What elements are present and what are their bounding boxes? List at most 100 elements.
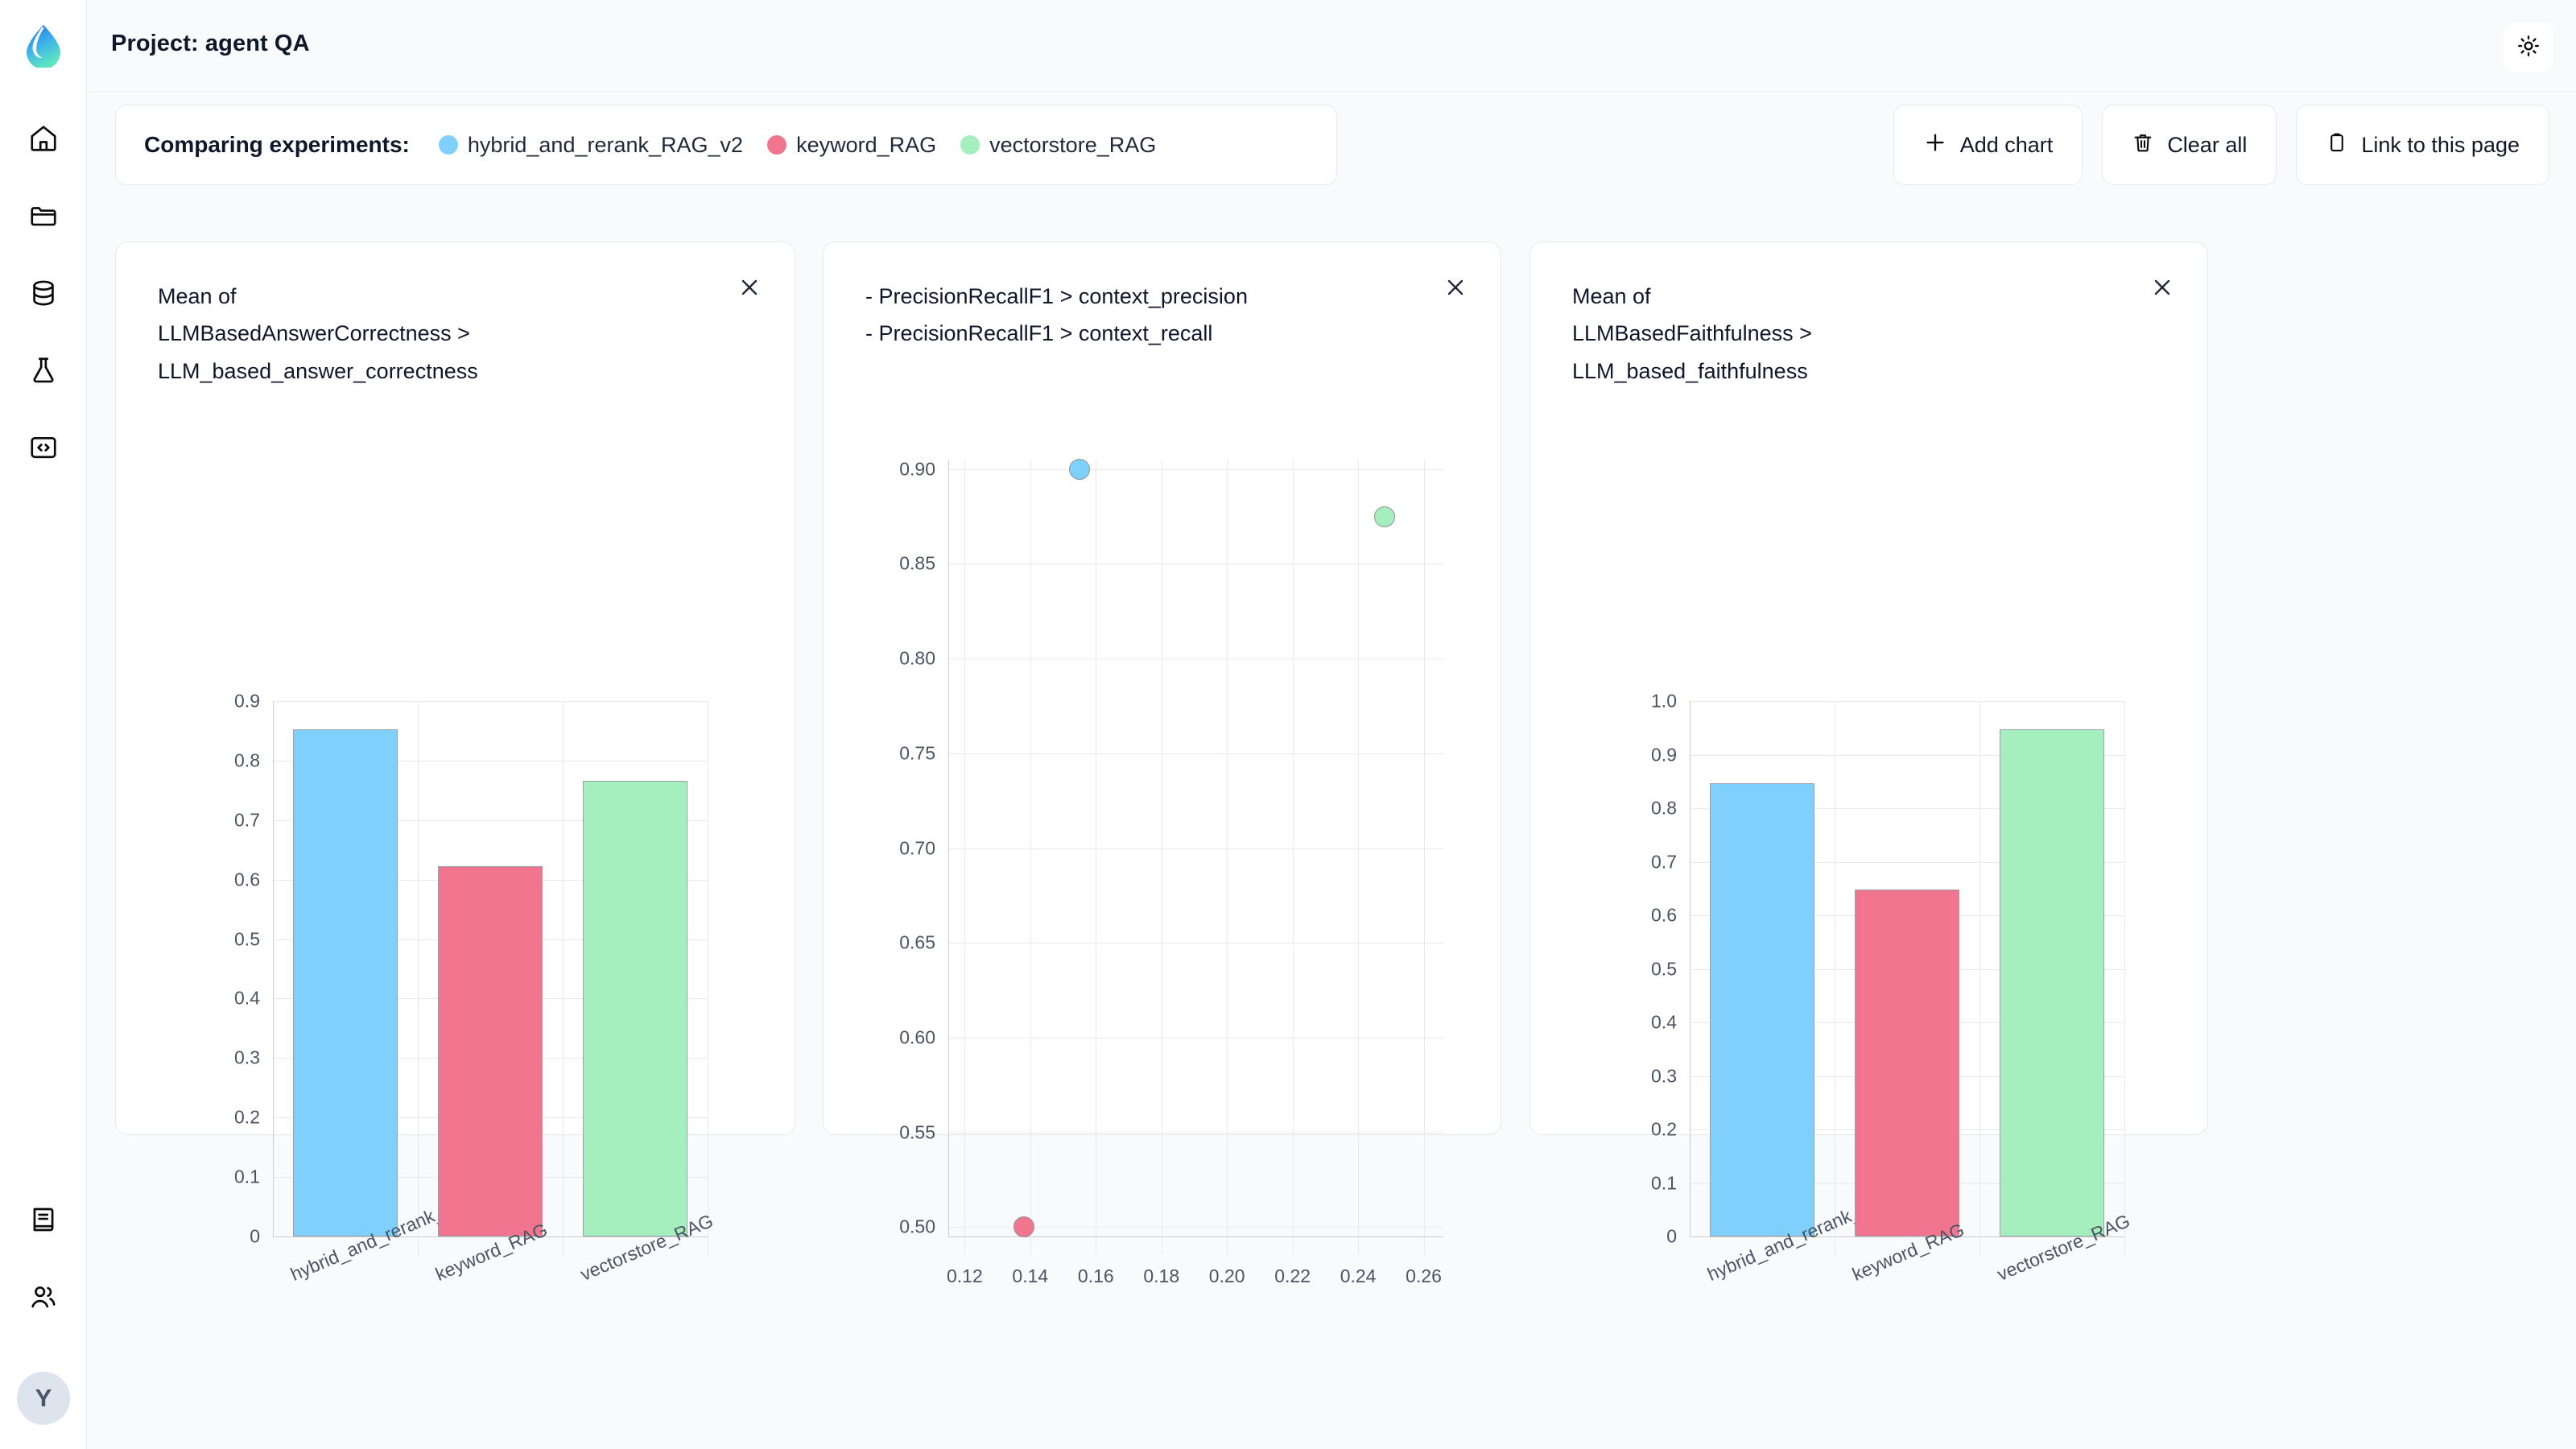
gridline bbox=[948, 753, 1443, 754]
header: Project: agent QA bbox=[87, 0, 2576, 92]
y-axis-tick-label: 0.8 bbox=[234, 749, 260, 771]
bar[interactable] bbox=[1855, 890, 1959, 1236]
sidebar-item-team[interactable] bbox=[19, 1272, 68, 1322]
chart-title: Mean of LLMBasedAnswerCorrectness > LLM_… bbox=[158, 284, 478, 383]
home-icon bbox=[28, 123, 59, 154]
legend-item-0[interactable]: hybrid_and_rerank_RAG_v2 bbox=[438, 132, 744, 158]
sidebar-item-projects[interactable] bbox=[19, 191, 68, 241]
flask-icon bbox=[28, 355, 59, 386]
gridline bbox=[1423, 460, 1425, 1254]
legend-label: vectorstore_RAG bbox=[989, 132, 1157, 157]
scatter-point[interactable] bbox=[1373, 506, 1395, 527]
add-chart-label: Add chart bbox=[1959, 132, 2054, 157]
droplet-logo-icon bbox=[26, 25, 60, 69]
close-icon[interactable] bbox=[1441, 273, 1470, 302]
gridline bbox=[964, 460, 966, 1254]
gridline bbox=[948, 658, 1443, 660]
x-axis-tick-label: 0.12 bbox=[946, 1265, 983, 1286]
y-axis-line bbox=[948, 460, 949, 1236]
y-axis-tick-label: 0.6 bbox=[234, 869, 260, 890]
legend-item-2[interactable]: vectorstore_RAG bbox=[960, 133, 1156, 158]
category-gridline bbox=[1979, 701, 1980, 1256]
gridline bbox=[948, 848, 1443, 849]
bar[interactable] bbox=[438, 866, 543, 1236]
gridline bbox=[1030, 460, 1031, 1254]
sidebar-item-docs[interactable] bbox=[19, 1195, 68, 1245]
bar[interactable] bbox=[1710, 783, 1814, 1236]
y-axis-tick-label: 0.70 bbox=[899, 837, 935, 858]
chart-title: Mean of LLMBasedFaithfulness > LLM_based… bbox=[1572, 284, 1812, 383]
category-gridline bbox=[563, 701, 564, 1256]
legend-color-dot bbox=[767, 135, 787, 155]
close-icon[interactable] bbox=[2148, 273, 2177, 302]
bar[interactable] bbox=[293, 729, 398, 1236]
close-icon[interactable] bbox=[735, 273, 764, 302]
x-axis-tick-label: 0.18 bbox=[1143, 1265, 1180, 1286]
y-axis-tick-label: 0.4 bbox=[234, 987, 260, 1009]
y-axis-tick-label: 0.90 bbox=[899, 458, 935, 480]
y-axis-tick-label: 0.3 bbox=[234, 1046, 260, 1068]
gridline bbox=[1292, 460, 1294, 1254]
y-axis-tick-label: 0.1 bbox=[1651, 1172, 1677, 1193]
x-axis-tick-label: 0.26 bbox=[1406, 1265, 1442, 1286]
add-chart-button[interactable]: Add chart bbox=[1893, 105, 2083, 185]
sidebar-item-experiments[interactable] bbox=[19, 345, 68, 395]
plus-icon bbox=[1923, 130, 1947, 160]
y-axis-tick-label: 0.85 bbox=[899, 552, 935, 574]
page-title: Project: agent QA bbox=[111, 31, 310, 56]
bar[interactable] bbox=[2000, 729, 2104, 1236]
chart-toolbar: Add chart Clear all Link to this page bbox=[1893, 105, 2549, 185]
database-icon bbox=[28, 278, 59, 308]
avatar[interactable]: Y bbox=[17, 1372, 70, 1425]
chart-card-precision-recall: - PrecisionRecallF1 > context_precision … bbox=[823, 242, 1501, 1286]
users-icon bbox=[28, 1282, 59, 1312]
y-axis-tick-label: 0.7 bbox=[234, 809, 260, 831]
y-axis-line bbox=[273, 701, 274, 1236]
folder-icon bbox=[28, 200, 59, 231]
bar-plot-area: 0 0.1 0.2 0.3 0.4 0.5 0.6 0.7 0.8 0.9 hybrid_and_r… bbox=[234, 691, 716, 1285]
y-axis-tick-label: 0.60 bbox=[899, 1026, 935, 1048]
bar-plot-area: 0 0.1 0.2 0.3 0.4 0.5 0.6 0.7 0.8 0.9 1.0 hybrid_an… bbox=[1651, 691, 2133, 1285]
y-axis-tick-label: 0.6 bbox=[1651, 904, 1677, 926]
y-axis-tick-label: 0.9 bbox=[234, 690, 260, 712]
legend-label: hybrid_and_rerank_RAG_v2 bbox=[467, 132, 744, 157]
compare-experiments-bar: Comparing experiments: hybrid_and_rerank… bbox=[115, 105, 1337, 185]
y-axis-tick-label: 0.55 bbox=[899, 1121, 935, 1143]
book-icon bbox=[28, 1204, 59, 1235]
trash-icon bbox=[2132, 131, 2154, 159]
y-axis-tick-label: 0.7 bbox=[1651, 851, 1677, 872]
y-axis-tick-label: 0.8 bbox=[1651, 797, 1677, 819]
y-axis-tick-label: 0.2 bbox=[1651, 1118, 1677, 1140]
theme-toggle-button[interactable] bbox=[2504, 23, 2553, 72]
code-icon bbox=[28, 432, 59, 463]
sidebar-item-prompts[interactable] bbox=[19, 423, 68, 473]
y-axis-tick-label: 0.5 bbox=[1651, 958, 1677, 979]
sidebar-item-home[interactable] bbox=[19, 114, 68, 163]
legend-color-dot bbox=[438, 135, 458, 155]
y-axis-tick-label: 0.3 bbox=[1651, 1065, 1677, 1086]
chart-card-answer-correctness: Mean of LLMBasedAnswerCorrectness > LLM_… bbox=[115, 242, 795, 1285]
y-axis-tick-label: 0 bbox=[250, 1225, 260, 1247]
scatter-point[interactable] bbox=[1068, 458, 1090, 480]
avatar-initial: Y bbox=[35, 1384, 52, 1412]
clear-all-button[interactable]: Clear all bbox=[2102, 105, 2277, 185]
category-gridline bbox=[418, 701, 419, 1256]
x-axis-tick-label: 0.24 bbox=[1340, 1265, 1377, 1286]
link-to-page-button[interactable]: Link to this page bbox=[2296, 105, 2549, 185]
gridline bbox=[1690, 701, 2124, 702]
bar[interactable] bbox=[583, 781, 687, 1236]
y-axis-tick-label: 0.80 bbox=[899, 647, 935, 669]
legend-color-dot bbox=[960, 135, 980, 155]
x-axis-tick-label: 0.14 bbox=[1012, 1265, 1049, 1286]
app-logo[interactable] bbox=[21, 23, 66, 72]
gridline bbox=[1227, 460, 1228, 1254]
sidebar-item-datasets[interactable] bbox=[19, 268, 68, 318]
clipboard-icon bbox=[2326, 131, 2348, 159]
y-axis-tick-label: 0.4 bbox=[1651, 1011, 1677, 1033]
x-axis-tick-label: 0.16 bbox=[1077, 1265, 1114, 1286]
chart-card-faithfulness: Mean of LLMBasedFaithfulness > LLM_based… bbox=[1530, 242, 2208, 1285]
sun-icon bbox=[2516, 34, 2541, 62]
sidebar-bottom-group: Y bbox=[0, 1195, 87, 1425]
legend-item-1[interactable]: keyword_RAG bbox=[767, 133, 936, 158]
scatter-point[interactable] bbox=[1013, 1216, 1034, 1238]
